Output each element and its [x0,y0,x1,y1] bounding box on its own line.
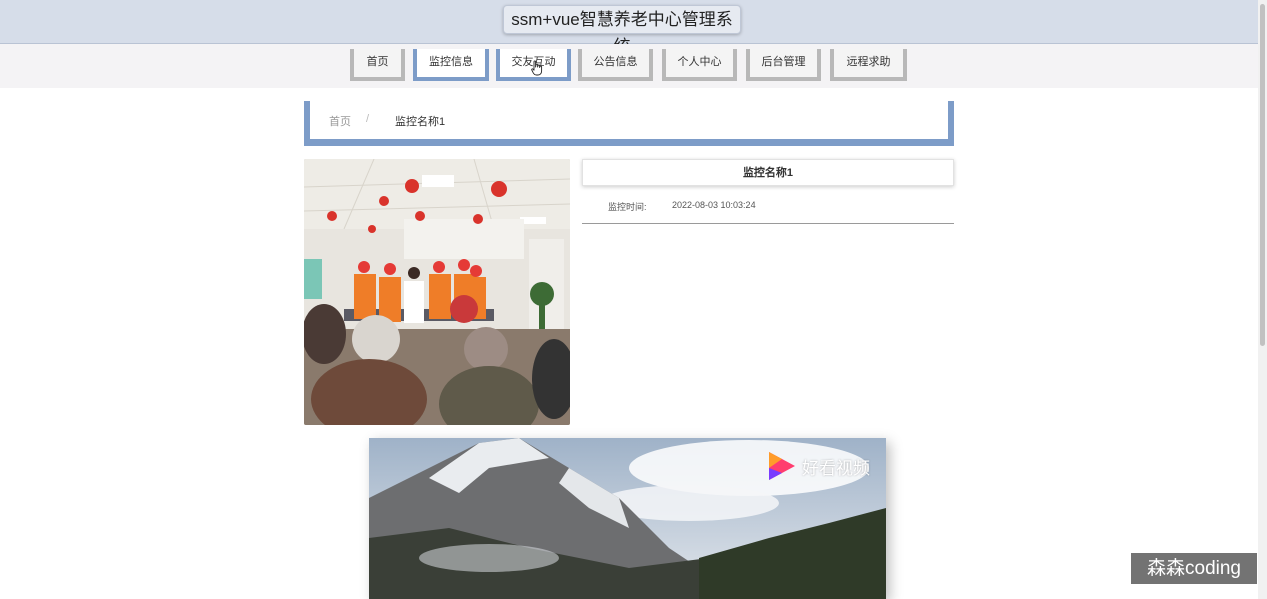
video-player[interactable]: 好看视频 [369,438,886,599]
hand-cursor-icon [531,60,543,76]
breadcrumb-separator: / [366,113,370,125]
monitor-photo [304,159,570,425]
video-brand-logo: 好看视频 [766,450,870,484]
nav-item-admin[interactable]: 后台管理 [746,49,821,81]
breadcrumb-home-link[interactable]: 首页 [329,113,351,129]
detail-divider [582,223,954,224]
nav-item-home[interactable]: 首页 [350,49,405,81]
main-nav: 首页 监控信息 交友互动 公告信息 个人中心 后台管理 远程求助 [0,44,1258,88]
nav-item-remote-help[interactable]: 远程求助 [830,49,907,81]
monitor-time-label: 监控时间: [608,202,647,212]
detail-title: 监控名称1 [582,159,954,186]
nav-item-monitoring[interactable]: 监控信息 [413,49,489,81]
scrollbar-thumb[interactable] [1260,4,1265,346]
breadcrumb-current: 监控名称1 [395,116,446,128]
site-title: ssm+vue智慧养老中心管理系统 [503,5,741,56]
play-logo-icon [769,452,795,480]
video-brand-text: 好看视频 [802,459,870,478]
nav-item-announcements[interactable]: 公告信息 [578,49,653,81]
breadcrumb: 首页 / 监控名称1 [304,101,954,146]
page-scrollbar[interactable] [1258,0,1267,599]
watermark: 森森coding [1131,553,1257,584]
header-bar: ssm+vue智慧养老中心管理系统 [0,0,1258,56]
monitor-time-value: 2022-08-03 10:03:24 [672,200,756,210]
nav-item-profile[interactable]: 个人中心 [662,49,737,81]
